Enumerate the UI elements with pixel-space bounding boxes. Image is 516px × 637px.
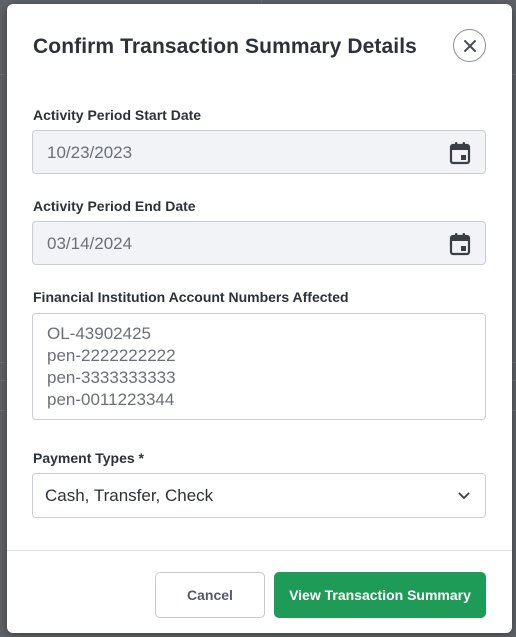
payment-types-label: Payment Types * [33,450,145,466]
account-numbers-textarea[interactable]: OL-43902425 pen-2222222222 pen-333333333… [32,313,486,420]
end-date-value: 03/14/2024 [47,234,133,253]
account-numbers-label: Financial Institution Account Numbers Af… [33,289,349,305]
start-date-value: 10/23/2023 [47,143,133,162]
start-date-input[interactable]: 10/23/2023 [32,130,486,174]
modal-title: Confirm Transaction Summary Details [33,35,417,58]
close-button[interactable] [453,29,486,62]
calendar-icon[interactable] [449,232,471,256]
account-number-line: OL-43902425 [47,324,151,343]
chevron-down-icon [458,492,470,499]
confirm-transaction-modal: Confirm Transaction Summary Details Acti… [7,4,512,633]
cancel-button[interactable]: Cancel [155,572,265,618]
account-number-line: pen-3333333333 [47,368,176,387]
footer-divider [7,550,512,551]
end-date-input[interactable]: 03/14/2024 [32,221,486,265]
modal-header: Confirm Transaction Summary Details [7,4,512,88]
view-transaction-summary-button[interactable]: View Transaction Summary [274,572,486,618]
start-date-label: Activity Period Start Date [33,107,202,123]
account-number-line: pen-0011223344 [47,390,175,409]
payment-types-value: Cash, Transfer, Check [45,486,214,505]
payment-types-select[interactable]: Cash, Transfer, Check [32,473,486,518]
calendar-icon[interactable] [449,141,471,165]
end-date-label: Activity Period End Date [33,198,196,214]
account-number-line: pen-2222222222 [47,346,176,365]
close-icon [463,39,476,52]
